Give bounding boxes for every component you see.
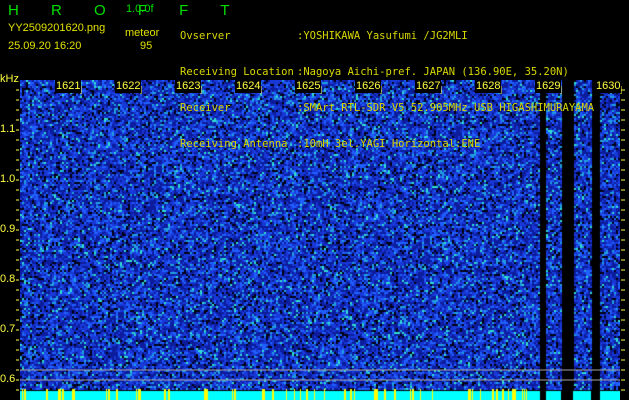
info-value: :SMArt RTL-SDR V5 52.905MHz USB HIGASHIM… xyxy=(297,102,595,114)
mode-label: meteor xyxy=(125,27,160,39)
info-value: :YOSHIKAWA Yasufumi /JG2MLI xyxy=(297,30,468,42)
x-tick-label: 1621 xyxy=(55,80,82,93)
y-tick-label: 1.0 xyxy=(0,173,16,185)
info-value: :Nagoya Aichi-pref. JAPAN (136.90E, 35.2… xyxy=(297,66,569,78)
y-tick-label: 0.6 xyxy=(0,373,16,385)
info-values: :YOSHIKAWA Yasufumi /JG2MLI :Nagoya Aich… xyxy=(297,6,594,162)
info-label: Receiver xyxy=(180,102,231,114)
info-label: Receiving Location xyxy=(180,66,294,78)
info-labels: Ovserver Receiving Location Receiver Rec… xyxy=(180,6,294,162)
info-label: Ovserver xyxy=(180,30,231,42)
version: 1.0.0f xyxy=(126,3,154,15)
info-value: :10mH 3el.YAGI Horizontal:ENE xyxy=(297,138,481,150)
x-tick-label: 1622 xyxy=(115,80,142,93)
y-tick-label: 0.8 xyxy=(0,273,16,285)
meteor-count: 95 xyxy=(140,40,153,52)
datetime: 25.09.20 16:20 xyxy=(8,40,82,52)
filename: YY2509201620.png xyxy=(8,22,106,34)
y-tick-label: 0.7 xyxy=(0,323,16,335)
y-tick-label: 0.9 xyxy=(0,223,16,235)
y-tick-label: 1.1 xyxy=(0,123,16,135)
y-axis-label: kHz xyxy=(0,73,19,85)
x-tick-label: 1630 xyxy=(595,80,622,93)
info-label: Receiving Antenna xyxy=(180,138,288,150)
